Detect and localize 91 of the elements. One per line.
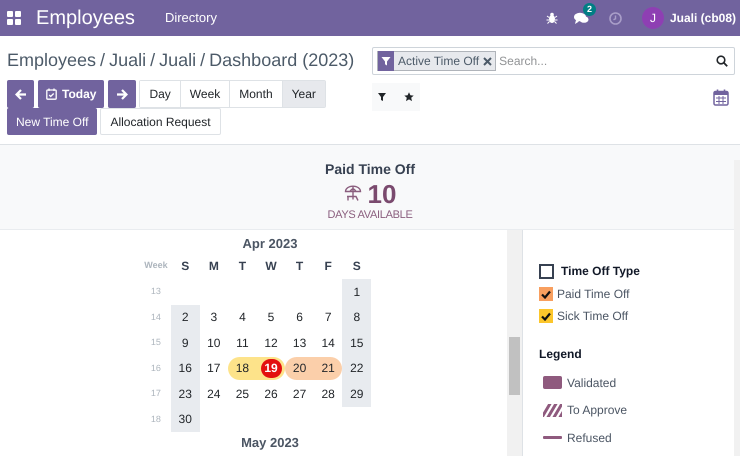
checkbox[interactable] xyxy=(539,264,554,278)
allocation-request-button[interactable]: Allocation Request xyxy=(100,108,221,135)
scale-tab[interactable]: Year xyxy=(282,81,325,107)
close-icon[interactable] xyxy=(483,56,492,66)
breadcrumb-link[interactable]: Employees xyxy=(7,46,96,74)
week-header: Week xyxy=(143,259,169,272)
filter-group-title: Time Off Type xyxy=(561,263,640,280)
right-arrow-icon xyxy=(116,88,128,100)
breadcrumb-separator: / xyxy=(100,48,106,72)
filter-option[interactable]: Sick Time Off xyxy=(557,307,628,325)
legend-label: To Approve xyxy=(567,402,628,420)
app-title[interactable]: Employees xyxy=(36,3,135,33)
calendar-check-icon xyxy=(46,88,57,100)
message-count-badge: 2 xyxy=(582,2,596,16)
calendar-day[interactable]: 12 xyxy=(264,334,278,352)
scrollbar[interactable] xyxy=(507,230,522,456)
menu-item[interactable]: Directory xyxy=(164,8,217,28)
search-icon[interactable] xyxy=(716,55,728,67)
search-field[interactable]: Active Time Off Search... xyxy=(372,47,735,75)
calendar-day[interactable]: 26 xyxy=(264,384,278,403)
weekday-header: M xyxy=(208,258,220,275)
breadcrumb-separator: / xyxy=(200,48,206,72)
calendar-day[interactable]: 14 xyxy=(322,334,335,352)
month-title: May 2023 xyxy=(241,435,299,450)
weekday-header: S xyxy=(180,258,190,275)
user-avatar[interactable]: J xyxy=(642,7,664,29)
user-name[interactable]: Juali (cb08) xyxy=(670,9,736,27)
chat-icon[interactable] xyxy=(574,12,589,24)
checkbox[interactable] xyxy=(539,287,553,301)
week-number: 14 xyxy=(150,310,162,324)
calendar-day[interactable]: 24 xyxy=(207,384,220,403)
line-swatch-icon xyxy=(543,436,562,440)
legend-label: Validated xyxy=(567,374,616,392)
month-title: Apr 2023 xyxy=(242,235,298,250)
calendar-day[interactable]: 8 xyxy=(353,308,360,326)
scrollbar-thumb[interactable] xyxy=(509,337,520,395)
calendar-day[interactable]: 28 xyxy=(322,384,335,403)
calendar-day[interactable]: 7 xyxy=(324,308,332,326)
validated-swatch-icon xyxy=(543,376,562,390)
new-time-off-button[interactable]: New Time Off xyxy=(7,108,98,135)
today-button[interactable]: Today xyxy=(38,80,104,108)
filter-icon[interactable] xyxy=(378,93,386,101)
calendar-day[interactable]: 11 xyxy=(236,334,249,352)
week-number: 18 xyxy=(150,412,162,426)
week-number: 16 xyxy=(150,362,162,374)
calendar-day[interactable]: 3 xyxy=(210,308,218,326)
legend-title: Legend xyxy=(539,346,583,363)
facet-label: Active Time Off xyxy=(397,53,480,70)
breadcrumb-current: Dashboard (2023) xyxy=(209,48,354,72)
calendar-day[interactable]: 20 xyxy=(292,359,306,378)
calendar-day[interactable]: 25 xyxy=(236,384,250,403)
star-icon[interactable] xyxy=(404,92,414,102)
days-count: 10 xyxy=(368,180,396,206)
next-button[interactable] xyxy=(108,80,136,108)
umbrella-icon xyxy=(344,184,363,203)
striped-swatch-icon xyxy=(543,404,562,417)
week-number: 17 xyxy=(150,387,162,400)
filter-facet[interactable]: Active Time Off xyxy=(377,51,496,71)
calendar-day[interactable]: 17 xyxy=(207,359,220,378)
week-number: 15 xyxy=(150,336,162,349)
calendar-day[interactable]: 27 xyxy=(292,384,306,403)
calendar-day[interactable]: 4 xyxy=(239,308,246,326)
days-available-label: DAYS AVAILABLE xyxy=(327,208,413,223)
calendar-day[interactable]: 6 xyxy=(296,308,303,326)
weekday-header: S xyxy=(352,258,362,275)
calendar-day[interactable]: 13 xyxy=(292,334,306,352)
weekday-header: T xyxy=(294,258,304,275)
apps-menu-icon[interactable] xyxy=(7,11,21,25)
previous-button[interactable] xyxy=(7,80,34,108)
left-arrow-icon xyxy=(14,88,26,100)
calendar-day[interactable]: 18 xyxy=(236,359,250,378)
breadcrumb-link[interactable]: Juali xyxy=(159,46,196,74)
calendar-day[interactable]: 2 xyxy=(182,308,189,326)
calendar-day[interactable]: 9 xyxy=(182,334,189,352)
calendar-day[interactable]: 21 xyxy=(322,359,335,378)
week-number: 13 xyxy=(150,285,162,298)
breadcrumb-separator: / xyxy=(150,48,156,72)
bug-icon[interactable] xyxy=(546,12,558,24)
calendar-day[interactable]: 5 xyxy=(268,308,274,326)
calendar-icon[interactable] xyxy=(713,88,729,106)
calendar-day[interactable]: 1 xyxy=(353,282,360,301)
weekday-header: W xyxy=(264,258,278,275)
summary-title: Paid Time Off xyxy=(325,160,415,179)
weekday-header: F xyxy=(324,258,333,275)
filter-option[interactable]: Paid Time Off xyxy=(557,285,630,303)
calendar-day[interactable]: 10 xyxy=(207,334,220,352)
breadcrumb-link[interactable]: Juali xyxy=(109,46,146,74)
today-date[interactable]: 19 xyxy=(260,358,282,378)
legend-label: Refused xyxy=(567,430,612,447)
weekday-header: T xyxy=(238,258,248,275)
filter-icon xyxy=(378,51,394,71)
